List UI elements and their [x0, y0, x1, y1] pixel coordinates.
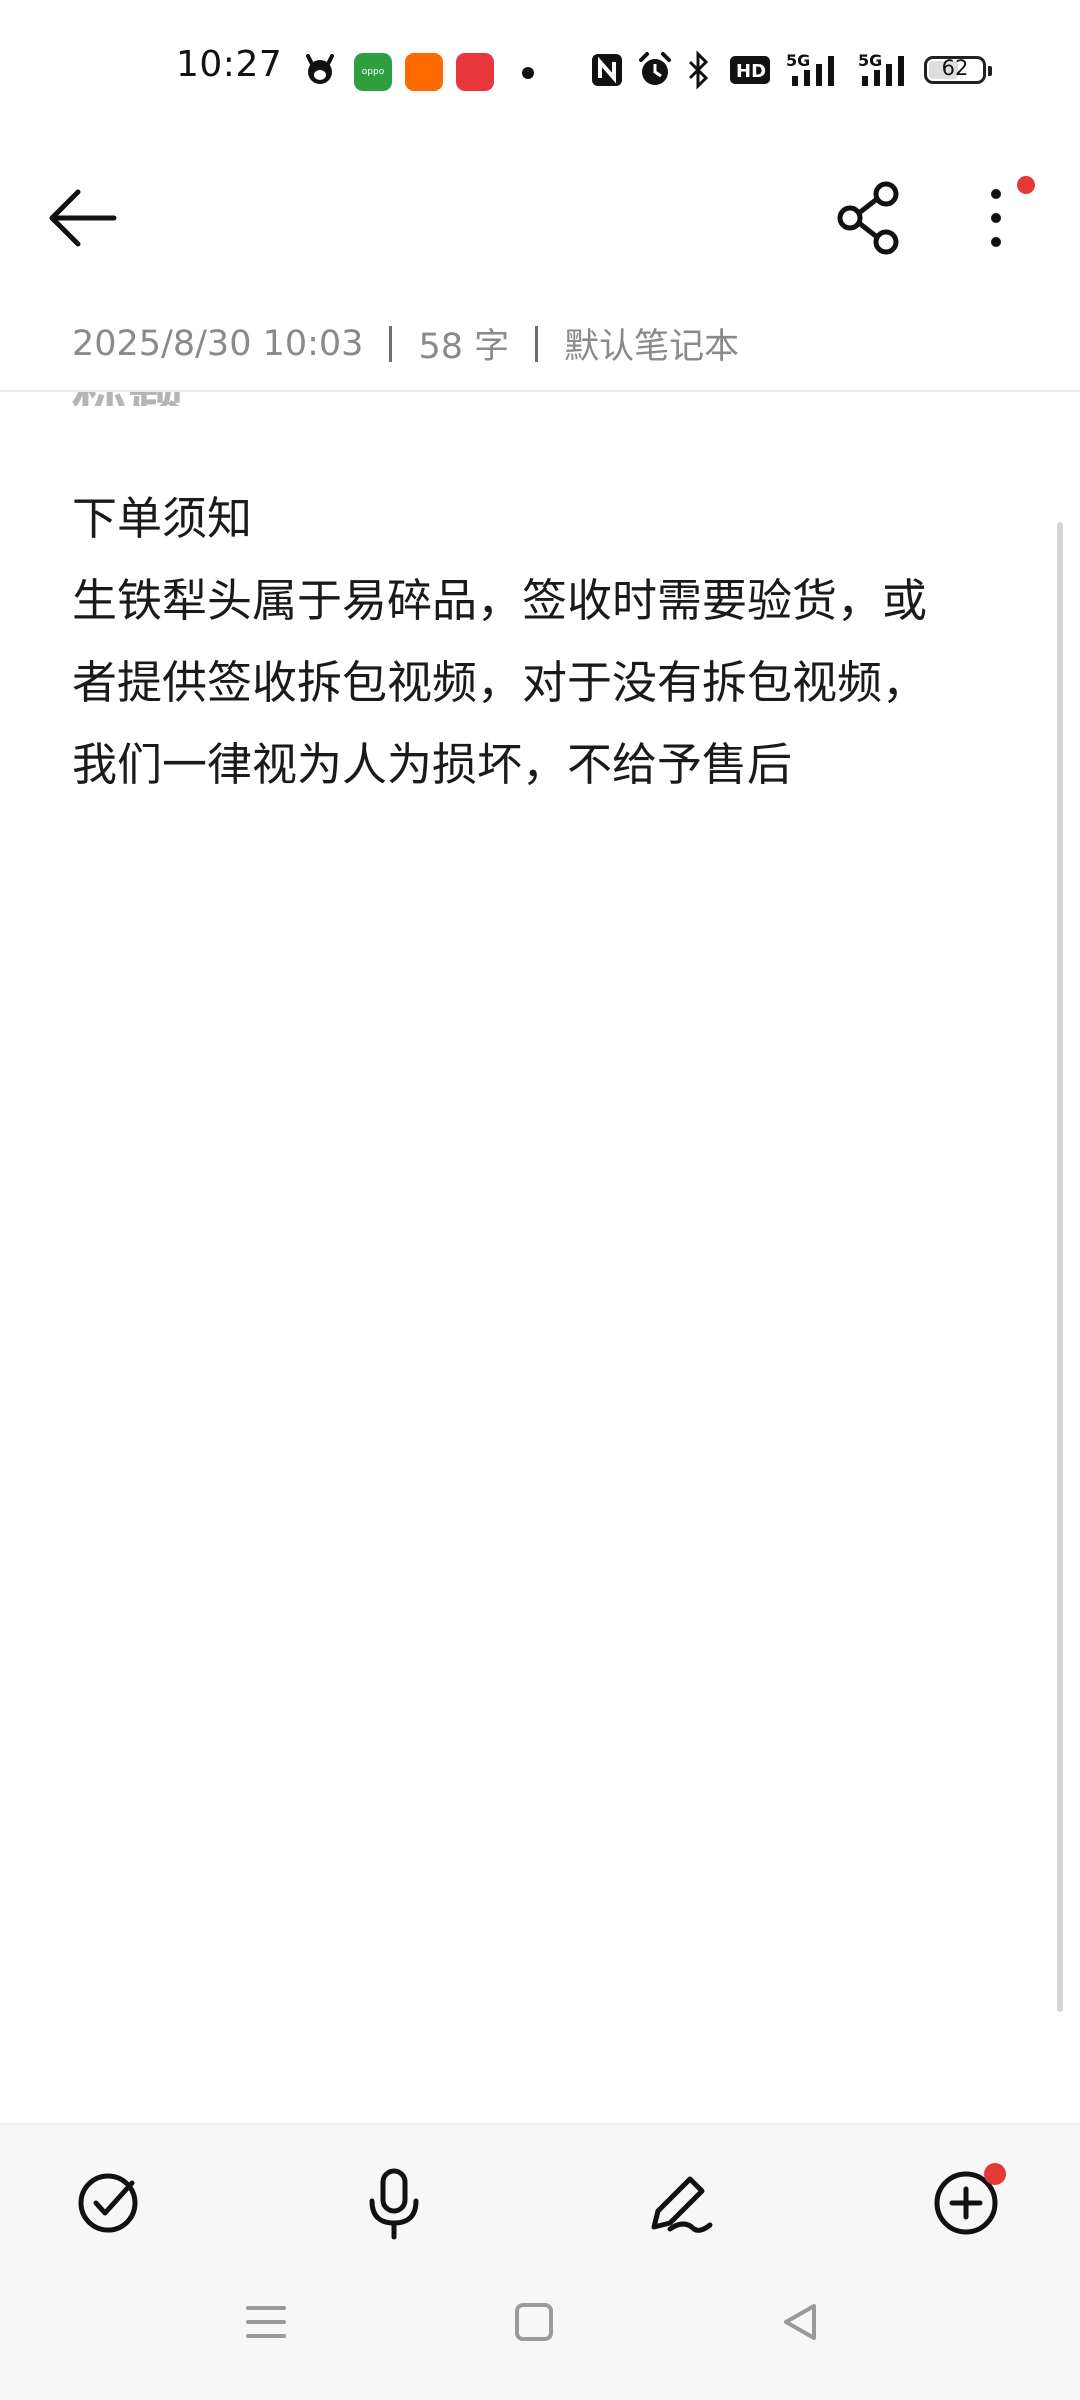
share-icon: [837, 181, 899, 255]
svg-text:5G: 5G: [858, 51, 882, 70]
nfc-icon: [590, 50, 624, 94]
note-line: 者提供签收拆包视频，对于没有拆包视频，: [72, 656, 928, 709]
voice-input-button[interactable]: [354, 2163, 434, 2243]
orange-app-icon: [405, 53, 443, 91]
battery-level: 62: [941, 56, 969, 80]
note-header: [0, 150, 1080, 280]
cow-app-icon: [300, 50, 340, 94]
checklist-icon: [78, 2173, 138, 2233]
add-button[interactable]: [926, 2163, 1006, 2243]
note-date: 2025/8/30 10:03: [72, 323, 364, 364]
bluetooth-icon: [684, 50, 712, 94]
bottom-toolbar: [0, 2123, 1080, 2400]
svg-text:5G: 5G: [786, 51, 810, 70]
microphone-icon: [369, 2168, 419, 2240]
back-button[interactable]: [40, 178, 130, 258]
back-arrow-icon: [49, 189, 117, 247]
meta-separator: [535, 325, 539, 362]
note-body[interactable]: 下单须知 生铁犁头属于易碎品，签收时需要验货，或 者提供签收拆包视频，对于没有拆…: [72, 478, 1012, 806]
pen-icon: [651, 2176, 713, 2233]
note-title-scrolled: 标题: [72, 392, 184, 406]
5g-signal-icon: 5G: [782, 50, 846, 94]
status-bar: 10:27 oppo HD 5G 5G 62: [0, 0, 1080, 140]
nav-home-button[interactable]: [512, 2300, 556, 2348]
word-count: 58 字: [418, 327, 510, 367]
note-line: 下单须知: [72, 492, 253, 545]
oppo-store-icon: oppo: [354, 53, 392, 91]
status-time: 10:27: [176, 44, 283, 85]
more-options-button[interactable]: [970, 176, 1035, 258]
notification-dot: [984, 2163, 1006, 2185]
5g-signal-icon-2: 5G: [856, 50, 916, 94]
back-triangle-icon: [784, 2304, 816, 2340]
notebook-name[interactable]: 默认笔记本: [564, 318, 739, 369]
note-meta: 2025/8/30 10:03 58 字 默认笔记本: [72, 318, 739, 368]
handwriting-button[interactable]: [640, 2163, 720, 2243]
meta-separator: [389, 325, 393, 362]
notification-dot: [1017, 176, 1035, 194]
nav-back-button[interactable]: [778, 2300, 822, 2348]
note-line: 我们一律视为人为损坏，不给予售后: [72, 738, 793, 791]
svg-text:HD: HD: [736, 61, 766, 82]
home-square-icon: [515, 2303, 553, 2341]
red-app-icon: [456, 53, 494, 91]
nav-menu-button[interactable]: [244, 2300, 288, 2348]
note-line: 生铁犁头属于易碎品，签收时需要验货，或: [72, 574, 928, 627]
scrollbar[interactable]: [1057, 522, 1063, 2012]
battery-indicator: 62: [924, 56, 992, 84]
dot-icon: [522, 64, 534, 83]
menu-icon: [246, 2306, 286, 2338]
share-button[interactable]: [830, 178, 910, 258]
hd-icon: HD: [728, 50, 772, 94]
checklist-button[interactable]: [68, 2163, 148, 2243]
note-screen: 10:27 oppo HD 5G 5G 62 2025/8/30 10:03 5…: [0, 0, 1080, 2400]
alarm-icon: [636, 50, 674, 94]
